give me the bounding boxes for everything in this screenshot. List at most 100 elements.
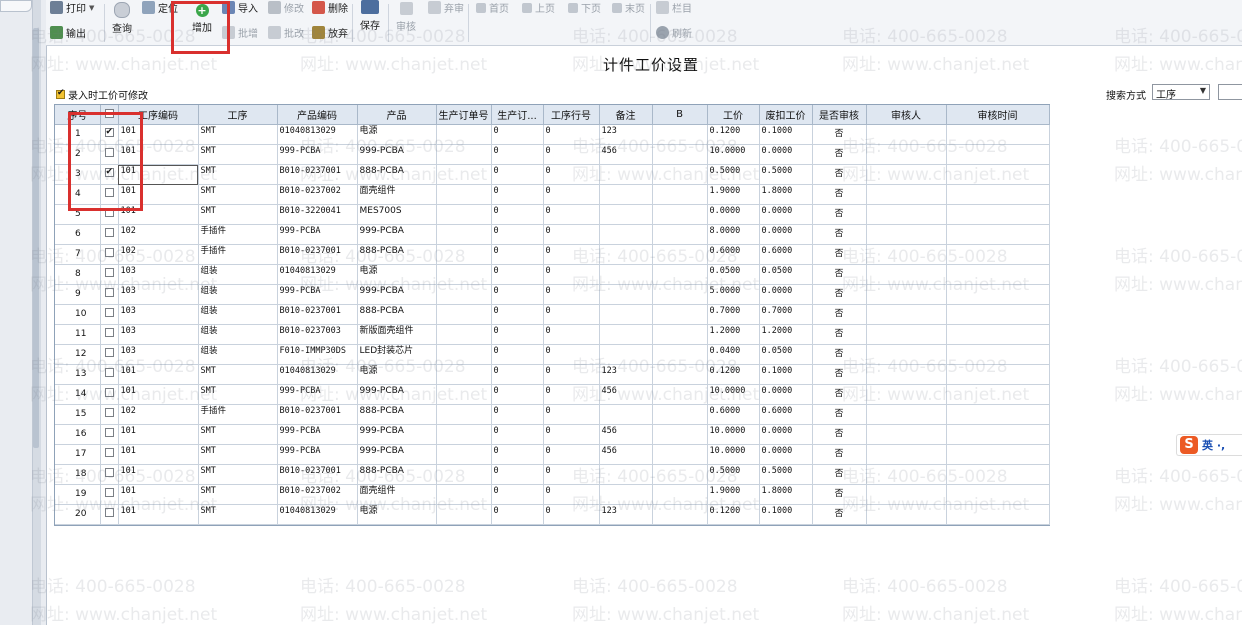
table-row[interactable]: 2 101 SMT 999-PCBA 999-PCBA 0 0 456 10.0000 0.000… <box>55 144 1050 165</box>
cell-price[interactable]: 1.9000 <box>707 484 760 505</box>
table-row[interactable]: 13 101 SMT 01040813029 电源 0 0 123 0.1200 0.1000 否 <box>55 364 1050 385</box>
cell-process[interactable]: SMT <box>198 164 278 185</box>
cell-order[interactable] <box>436 304 492 325</box>
cell-product[interactable]: 面壳组件 <box>357 184 437 205</box>
cell-orderline[interactable]: 0 <box>491 364 544 385</box>
cell-product[interactable]: 999-PCBA <box>357 424 437 445</box>
cell-process[interactable]: 组装 <box>198 344 278 365</box>
select-all-checkbox[interactable] <box>104 108 114 118</box>
cell-deduct[interactable]: 0.7000 <box>759 304 813 325</box>
cell-code[interactable]: 102 <box>118 404 199 425</box>
add-button[interactable]: + 增加 <box>192 4 212 34</box>
cell-b[interactable] <box>652 424 708 445</box>
cell-price[interactable]: 8.0000 <box>707 224 760 245</box>
cell-deduct[interactable]: 0.0000 <box>759 204 813 225</box>
cell-auditor[interactable] <box>866 384 947 405</box>
cell-auditor[interactable] <box>866 404 947 425</box>
row-checkbox[interactable] <box>104 447 114 457</box>
allow-price-edit-checkbox[interactable]: 录入时工价可修改 <box>56 87 148 102</box>
modify-button[interactable]: 修改 <box>268 0 304 15</box>
cell-audited[interactable]: 否 <box>812 284 867 305</box>
cell-order[interactable] <box>436 364 492 385</box>
row-checkbox[interactable] <box>104 247 114 257</box>
cell-price[interactable]: 0.6000 <box>707 244 760 265</box>
cell-procline[interactable]: 0 <box>543 284 600 305</box>
cell-remark[interactable] <box>599 464 653 485</box>
row-select-cell[interactable] <box>100 204 119 225</box>
row-checkbox[interactable] <box>104 147 114 157</box>
cell-audit-time[interactable] <box>946 184 1050 205</box>
cell-audit-time[interactable] <box>946 304 1050 325</box>
row-select-cell[interactable] <box>100 244 119 265</box>
cell-orderline[interactable]: 0 <box>491 464 544 485</box>
row-checkbox[interactable] <box>104 187 114 197</box>
row-select-cell[interactable] <box>100 224 119 245</box>
cell-procline[interactable]: 0 <box>543 324 600 345</box>
cell-code[interactable]: 103 <box>118 284 199 305</box>
cell-procline[interactable]: 0 <box>543 404 600 425</box>
cell-order[interactable] <box>436 264 492 285</box>
cell-procline[interactable]: 0 <box>543 184 600 205</box>
cell-audit-time[interactable] <box>946 364 1050 385</box>
cell-pcode[interactable]: 999-PCBA <box>277 224 358 245</box>
cell-b[interactable] <box>652 344 708 365</box>
cell-pcode[interactable]: 999-PCBA <box>277 384 358 405</box>
cell-price[interactable]: 1.9000 <box>707 184 760 205</box>
cell-price[interactable]: 10.0000 <box>707 424 760 445</box>
cell-orderline[interactable]: 0 <box>491 404 544 425</box>
cell-price[interactable]: 0.0000 <box>707 204 760 225</box>
cell-process[interactable]: SMT <box>198 484 278 505</box>
cell-auditor[interactable] <box>866 164 947 185</box>
row-checkbox[interactable] <box>104 507 114 517</box>
row-checkbox[interactable] <box>104 427 114 437</box>
cell-pcode[interactable]: B010-3220041 <box>277 204 358 225</box>
cell-process[interactable]: 手插件 <box>198 404 278 425</box>
cell-product[interactable]: 888-PCBA <box>357 404 437 425</box>
cell-audited[interactable]: 否 <box>812 464 867 485</box>
cell-code[interactable]: 101 <box>118 384 199 405</box>
cell-product[interactable]: 999-PCBA <box>357 444 437 465</box>
export-button[interactable]: 输出 <box>50 25 86 40</box>
cell-price[interactable]: 0.1200 <box>707 124 760 145</box>
cell-product[interactable]: 888-PCBA <box>357 244 437 265</box>
cell-price[interactable]: 0.5000 <box>707 164 760 185</box>
print-button[interactable]: 打印 ▼ <box>50 0 94 15</box>
cell-orderline[interactable]: 0 <box>491 144 544 165</box>
cell-audit-time[interactable] <box>946 144 1050 165</box>
cell-pcode[interactable]: 999-PCBA <box>277 444 358 465</box>
cell-process[interactable]: SMT <box>198 124 278 145</box>
cell-procline[interactable]: 0 <box>543 364 600 385</box>
cell-b[interactable] <box>652 204 708 225</box>
table-row[interactable]: 6 102 手插件 999-PCBA 999-PCBA 0 0 8.0000 0.0000 否 <box>55 224 1050 245</box>
cell-process[interactable]: SMT <box>198 424 278 445</box>
cell-deduct[interactable]: 0.0000 <box>759 284 813 305</box>
cell-b[interactable] <box>652 504 708 525</box>
cell-deduct[interactable]: 0.1000 <box>759 504 813 525</box>
cell-b[interactable] <box>652 264 708 285</box>
table-row[interactable]: 4 101 SMT B010-0237002 面壳组件 0 0 1.9000 1.8000 否 <box>55 184 1050 205</box>
column-header[interactable] <box>100 105 119 125</box>
cell-product[interactable]: 888-PCBA <box>357 464 437 485</box>
row-checkbox[interactable] <box>104 327 114 337</box>
cell-b[interactable] <box>652 164 708 185</box>
cell-deduct[interactable]: 0.0000 <box>759 384 813 405</box>
cell-audited[interactable]: 否 <box>812 344 867 365</box>
cell-audit-time[interactable] <box>946 344 1050 365</box>
cell-orderline[interactable]: 0 <box>491 244 544 265</box>
row-select-cell[interactable] <box>100 484 119 505</box>
cell-audited[interactable]: 否 <box>812 164 867 185</box>
cell-audited[interactable]: 否 <box>812 144 867 165</box>
column-header[interactable]: 审核人 <box>866 105 947 125</box>
cell-audit-time[interactable] <box>946 444 1050 465</box>
cell-b[interactable] <box>652 324 708 345</box>
cell-pcode[interactable]: B010-0237001 <box>277 244 358 265</box>
cell-procline[interactable]: 0 <box>543 504 600 525</box>
cell-b[interactable] <box>652 484 708 505</box>
cell-code[interactable]: 101 <box>118 484 199 505</box>
locate-button[interactable]: 定位 <box>142 0 178 15</box>
column-header[interactable]: B <box>652 105 708 125</box>
cell-product[interactable]: 电源 <box>357 264 437 285</box>
cell-orderline[interactable]: 0 <box>491 224 544 245</box>
cell-price[interactable]: 10.0000 <box>707 384 760 405</box>
cell-orderline[interactable]: 0 <box>491 444 544 465</box>
